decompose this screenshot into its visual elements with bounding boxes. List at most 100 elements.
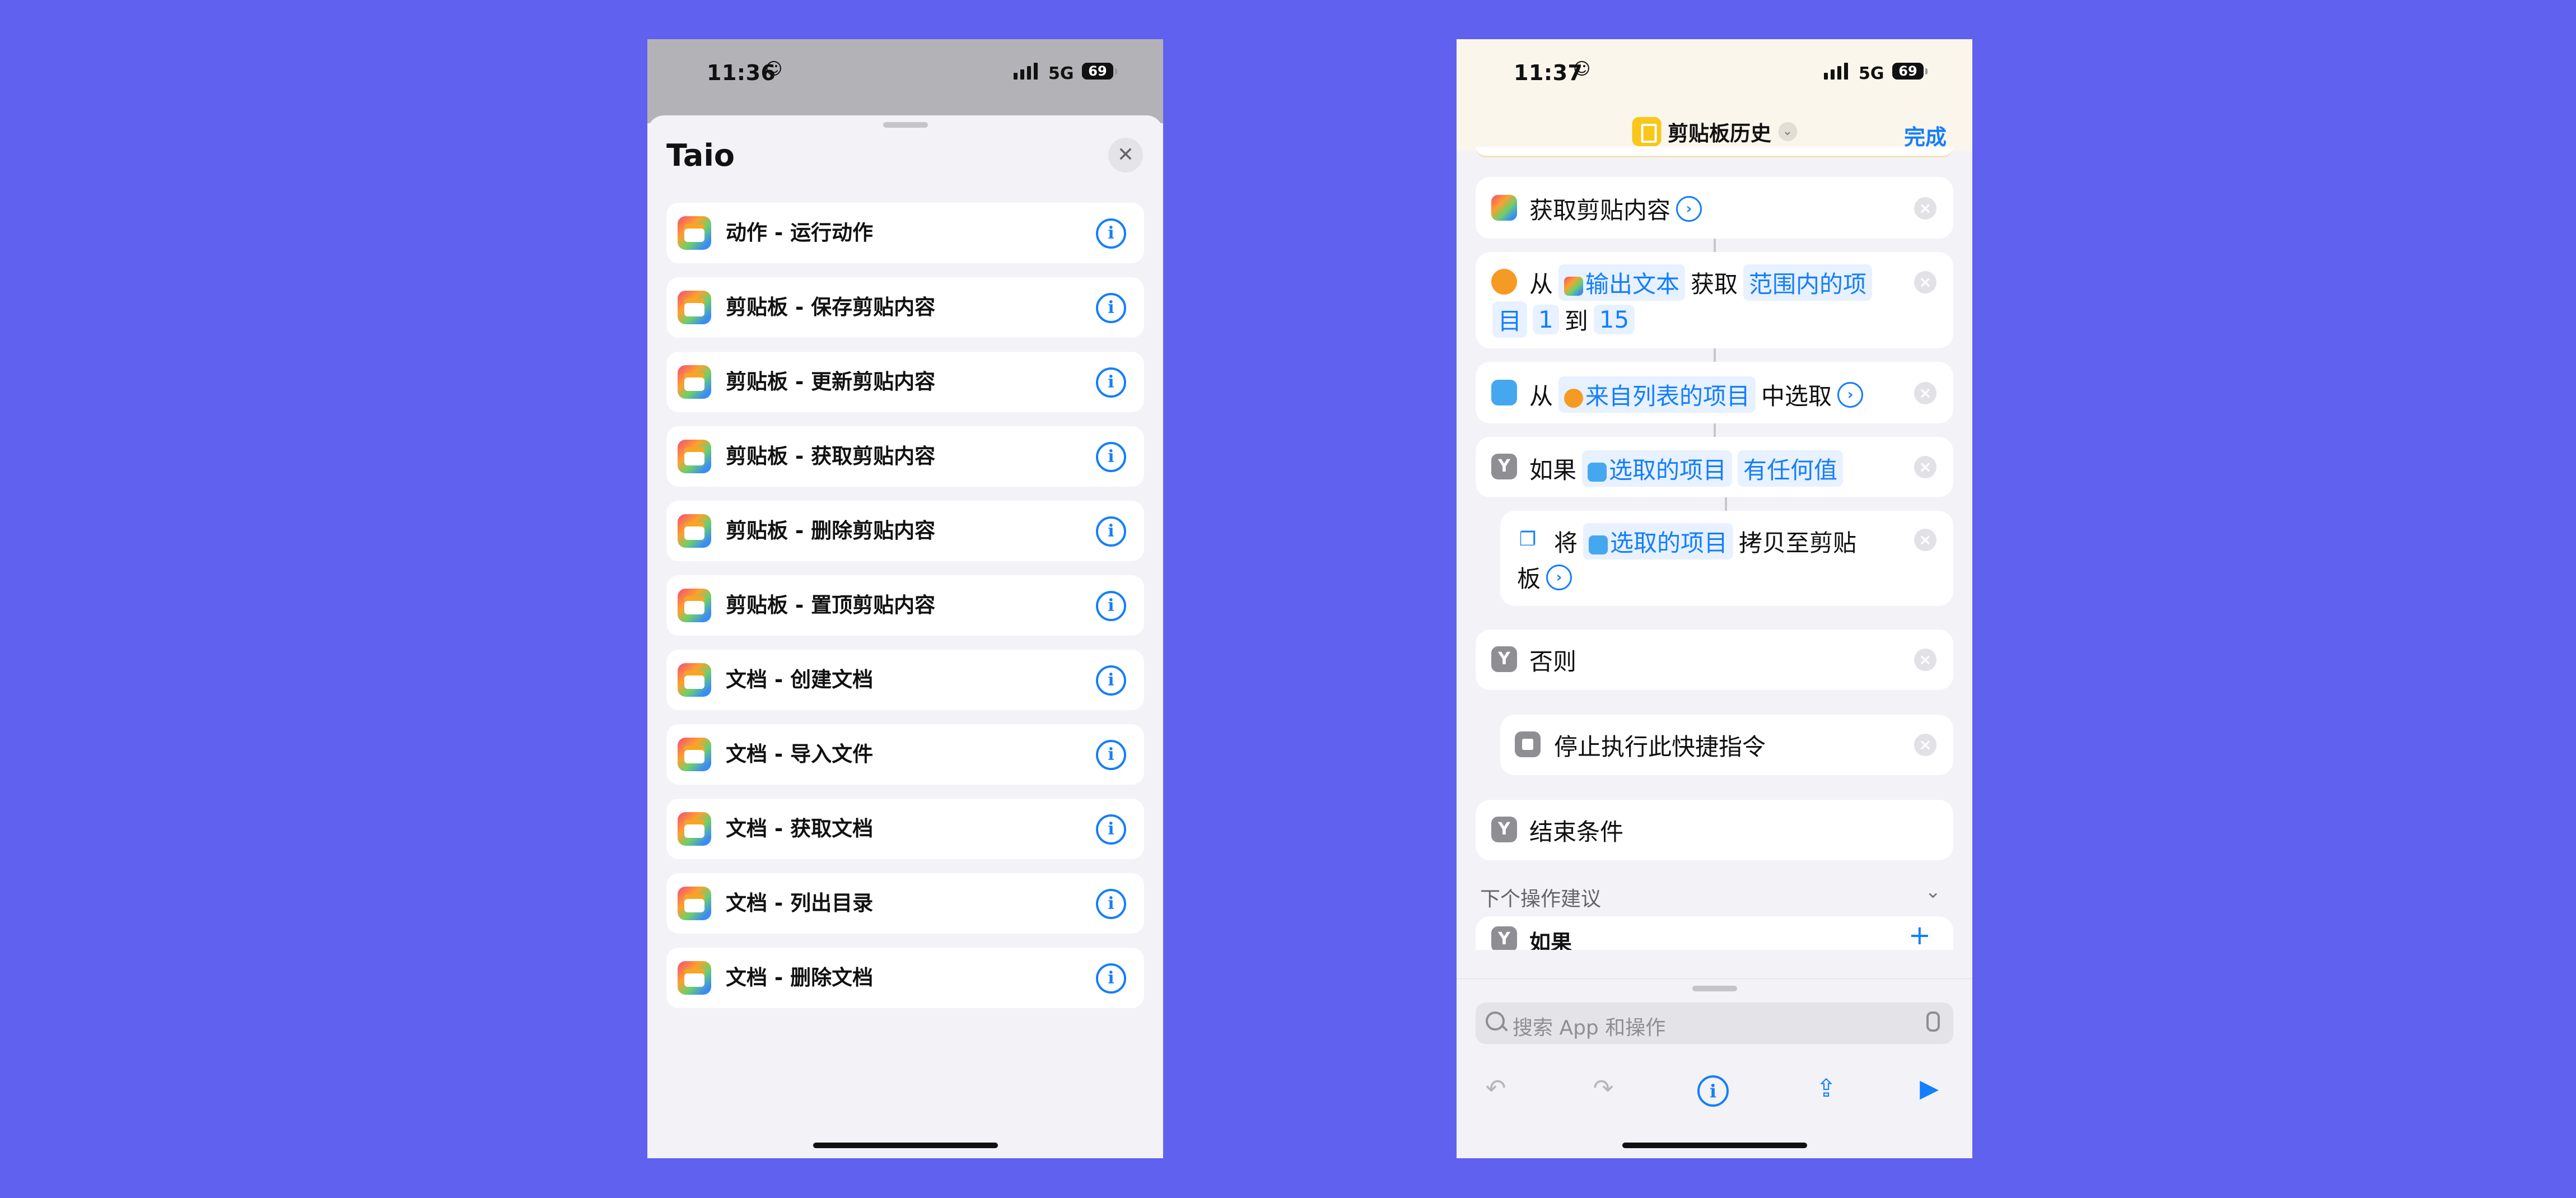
range-token-cont[interactable]: 目: [1492, 301, 1528, 338]
info-icon[interactable]: i: [1096, 218, 1126, 249]
remove-icon[interactable]: ×: [1914, 456, 1936, 478]
list-item[interactable]: 剪贴板 - 置顶剪贴内容 i: [666, 575, 1144, 636]
info-icon[interactable]: i: [1096, 740, 1126, 770]
battery-icon: 69: [1892, 63, 1928, 80]
if-branch-icon: [1491, 454, 1517, 479]
connector: [1714, 423, 1716, 437]
variable-token[interactable]: 选取的项目: [1583, 523, 1734, 560]
remove-icon[interactable]: ×: [1914, 649, 1936, 671]
action-line: 结束条件: [1529, 813, 1623, 847]
undo-icon[interactable]: ↶: [1479, 1072, 1513, 1106]
info-icon[interactable]: i: [1096, 442, 1126, 472]
variable-token[interactable]: 来自列表的项目: [1558, 376, 1756, 413]
taio-app-icon: [678, 291, 711, 324]
taio-app-icon: [678, 440, 711, 473]
list-icon: [1491, 380, 1517, 405]
info-icon[interactable]: i: [1096, 665, 1126, 696]
action-end-if[interactable]: 结束条件: [1476, 800, 1953, 860]
list-item[interactable]: 文档 - 导入文件 i: [666, 724, 1144, 785]
if-branch-icon: [1491, 817, 1517, 842]
info-icon[interactable]: i: [1096, 516, 1126, 547]
connector: [1714, 239, 1716, 252]
info-icon[interactable]: i: [1096, 591, 1126, 621]
chevron-down-icon[interactable]: ⌄: [1925, 880, 1942, 903]
list-item[interactable]: 文档 - 获取文档 i: [666, 799, 1144, 859]
done-button[interactable]: 完成: [1904, 120, 1947, 151]
action-label: 停止执行此快捷指令: [1554, 733, 1766, 761]
action-get-clipboard[interactable]: 获取剪贴内容 › ×: [1476, 177, 1953, 239]
suggestions-header: 下个操作建议: [1480, 888, 1602, 911]
taio-app-icon: [678, 812, 711, 846]
info-icon[interactable]: i: [1096, 963, 1126, 994]
list-item-icon: [1564, 388, 1584, 408]
action-line: 目 1 到 15: [1492, 301, 1635, 338]
search-input[interactable]: 搜索 App 和操作: [1476, 1003, 1953, 1044]
action-text-if: 如果: [1529, 456, 1577, 484]
expand-icon[interactable]: ›: [1837, 381, 1864, 408]
list-item[interactable]: 剪贴板 - 保存剪贴内容 i: [666, 277, 1144, 338]
taio-app-icon: [1564, 276, 1584, 296]
action-get-items-from-list[interactable]: 从 输出文本 获取 范围内的项 目 1 到 15 ×: [1476, 252, 1953, 348]
add-icon[interactable]: +: [1908, 920, 1931, 950]
suggestion-item[interactable]: 如果 +: [1476, 916, 1953, 950]
action-stop-shortcut[interactable]: 停止执行此快捷指令 ×: [1500, 715, 1953, 775]
close-icon[interactable]: ✕: [1108, 138, 1143, 173]
list-item[interactable]: 文档 - 列出目录 i: [666, 873, 1144, 934]
taio-app-icon: [678, 961, 711, 995]
list-item-label: 文档 - 删除文档: [726, 966, 874, 990]
info-icon[interactable]: i: [1697, 1075, 1729, 1107]
remove-icon[interactable]: ×: [1914, 734, 1936, 756]
panel-grabber[interactable]: [1692, 986, 1737, 991]
variable-label: 选取的项目: [1609, 456, 1727, 484]
run-icon[interactable]: ▶: [1912, 1072, 1946, 1106]
action-line: 从 来自列表的项目 中选取 ›: [1529, 376, 1864, 413]
range-token[interactable]: 范围内的项: [1743, 264, 1873, 301]
redo-icon[interactable]: ↷: [1586, 1072, 1620, 1106]
taio-app-icon: [678, 589, 711, 622]
network-label: 5G: [1859, 64, 1884, 83]
focus-icon: ☺: [765, 59, 783, 79]
remove-icon[interactable]: ×: [1914, 529, 1936, 551]
action-otherwise[interactable]: 否则 ×: [1476, 630, 1953, 690]
action-line: 将 选取的项目 拷贝至剪贴: [1554, 523, 1856, 560]
info-icon[interactable]: i: [1096, 889, 1126, 919]
variable-token[interactable]: 输出文本: [1558, 264, 1686, 301]
list-item[interactable]: 文档 - 删除文档 i: [666, 948, 1144, 1008]
list-item[interactable]: 动作 - 运行动作 i: [666, 203, 1144, 263]
list-icon: [1589, 535, 1608, 554]
shortcut-title-menu[interactable]: 剪贴板历史 ⌄: [1632, 116, 1797, 147]
action-line: 从 输出文本 获取 范围内的项: [1529, 264, 1873, 301]
action-choose-from-list[interactable]: 从 来自列表的项目 中选取 › ×: [1476, 362, 1953, 423]
info-icon[interactable]: i: [1096, 814, 1126, 845]
list-item[interactable]: 剪贴板 - 删除剪贴内容 i: [666, 501, 1144, 561]
expand-icon[interactable]: ›: [1546, 564, 1572, 590]
info-icon[interactable]: i: [1096, 367, 1126, 398]
action-text-board: 板: [1517, 565, 1541, 593]
network-label: 5G: [1048, 64, 1074, 83]
action-line: 板 ›: [1517, 560, 1572, 594]
start-index-token[interactable]: 1: [1533, 305, 1559, 334]
taio-app-icon: [678, 738, 711, 771]
sheet-grabber[interactable]: [883, 122, 928, 128]
action-copy-to-clipboard[interactable]: ❐ 将 选取的项目 拷贝至剪贴 板 › ×: [1500, 511, 1953, 606]
remove-icon[interactable]: ×: [1914, 382, 1936, 404]
variable-token[interactable]: 选取的项目: [1582, 450, 1733, 487]
action-label: 否则: [1529, 648, 1577, 675]
action-text-copy: 将: [1554, 529, 1578, 557]
end-index-token[interactable]: 15: [1593, 305, 1635, 334]
condition-token[interactable]: 有任何值: [1738, 450, 1844, 487]
list-item[interactable]: 剪贴板 - 更新剪贴内容 i: [666, 352, 1144, 412]
microphone-icon[interactable]: [1926, 1011, 1940, 1032]
info-icon[interactable]: i: [1096, 293, 1126, 323]
action-if[interactable]: 如果 选取的项目 有任何值 ×: [1476, 437, 1953, 497]
remove-icon[interactable]: ×: [1914, 271, 1936, 293]
list-item[interactable]: 文档 - 创建文档 i: [666, 650, 1144, 710]
list-item[interactable]: 剪贴板 - 获取剪贴内容 i: [666, 426, 1144, 487]
list-item-label: 剪贴板 - 更新剪贴内容: [726, 370, 936, 394]
share-icon[interactable]: ⇪: [1809, 1072, 1843, 1106]
remove-icon[interactable]: ×: [1914, 197, 1936, 220]
status-bar: 11:37 ☺ 5G 69: [1457, 39, 1972, 112]
taio-app-icon: [678, 663, 711, 697]
expand-icon[interactable]: ›: [1676, 195, 1702, 222]
variable-label: 选取的项目: [1610, 529, 1728, 557]
